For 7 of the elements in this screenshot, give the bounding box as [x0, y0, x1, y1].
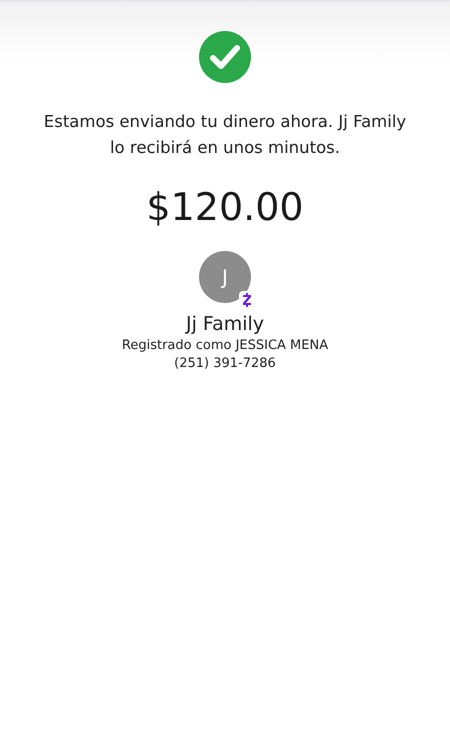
registered-name: Registrado como JESSICA MENA — [122, 338, 328, 353]
recipient-name: Jj Family — [186, 313, 264, 335]
recipient-avatar: J — [199, 251, 251, 303]
success-check-icon — [199, 31, 251, 83]
amount: $120.00 — [146, 185, 304, 229]
phone-number: (251) 391-7286 — [174, 356, 276, 371]
status-message: Estamos enviando tu dinero ahora. Jj Family lo recibirá en unos minutos. — [42, 111, 408, 159]
